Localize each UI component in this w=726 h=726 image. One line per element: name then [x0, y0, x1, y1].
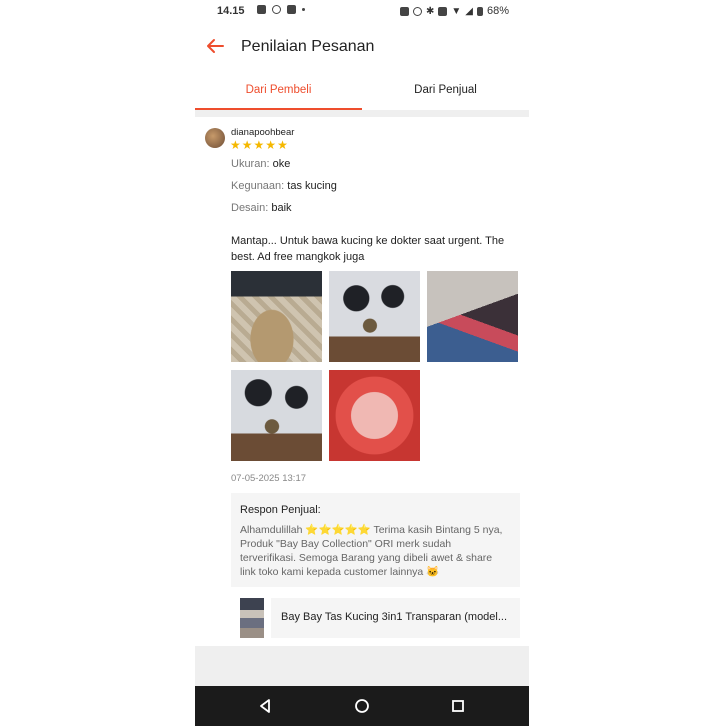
star-icon: ★	[265, 138, 277, 152]
review-tabs: Dari Pembeli Dari Penjual	[195, 76, 529, 110]
product-thumbnail[interactable]	[240, 598, 264, 638]
review-photo[interactable]	[231, 370, 322, 461]
star-icon: ★	[277, 138, 288, 152]
attribute-ukuran: Ukuran: oke	[231, 158, 290, 170]
seller-response-text: Alhamdulillah ⭐⭐⭐⭐⭐ Terima kasih Bintang…	[240, 524, 503, 578]
star-icon: ★	[253, 138, 265, 152]
nav-back-icon[interactable]	[255, 696, 275, 716]
battery-icon	[476, 6, 483, 16]
system-nav-bar	[195, 686, 529, 726]
review-photo[interactable]	[427, 271, 518, 362]
wifi-icon: ▼	[451, 5, 462, 17]
review-photo[interactable]	[329, 370, 420, 461]
alarm-icon	[412, 6, 422, 16]
avatar[interactable]	[205, 128, 225, 148]
rating-stars: ★ ★ ★ ★ ★	[230, 139, 288, 151]
review-timestamp: 07-05-2025 13:17	[231, 473, 307, 484]
notification-icon	[257, 5, 266, 14]
signal-icon: ◢	[465, 5, 473, 17]
system-icons: ✱ ▼ ◢ 68%	[399, 5, 509, 17]
star-icon: ★	[230, 138, 241, 152]
attribute-key: Desain:	[231, 202, 269, 214]
status-time: 14.15	[217, 5, 245, 17]
review-photo[interactable]	[231, 271, 322, 362]
seller-response-title: Respon Penjual:	[240, 504, 321, 516]
phone-screen: 14.15 ✱ ▼ ◢ 68% Penilaian Pesanan Dari P…	[195, 0, 529, 726]
attribute-value: tas kucing	[287, 180, 337, 192]
attribute-key: Ukuran:	[231, 158, 270, 170]
section-divider	[195, 110, 529, 117]
attribute-value: baik	[271, 202, 292, 214]
status-bar: 14.15 ✱ ▼ ◢ 68%	[195, 0, 529, 22]
product-name: Bay Bay Tas Kucing 3in1 Transparan (mode…	[281, 611, 508, 623]
attribute-value: oke	[272, 158, 291, 170]
app-notification-icon	[272, 5, 281, 14]
page-title: Penilaian Pesanan	[241, 38, 375, 55]
attribute-key: Kegunaan:	[231, 180, 285, 192]
gallery-notification-icon	[287, 5, 296, 14]
product-link[interactable]: Bay Bay Tas Kucing 3in1 Transparan (mode…	[271, 598, 520, 638]
bluetooth-icon: ✱	[425, 5, 435, 17]
back-arrow-icon[interactable]	[205, 36, 225, 56]
seller-response-box: Respon Penjual: Alhamdulillah ⭐⭐⭐⭐⭐ Teri…	[231, 493, 520, 587]
review-text: Mantap... Untuk bawa kucing ke dokter sa…	[231, 235, 505, 263]
notification-icons	[257, 5, 305, 14]
app-header: Penilaian Pesanan	[195, 26, 529, 70]
reviewer-username: dianapoohbear	[231, 127, 295, 138]
cast-icon	[399, 6, 409, 16]
vibrate-icon	[438, 6, 448, 16]
battery-percent: 68%	[486, 5, 509, 17]
more-notifications-icon	[302, 8, 305, 11]
star-icon: ★	[241, 138, 253, 152]
tab-dari-pembeli[interactable]: Dari Pembeli	[195, 76, 362, 110]
attribute-kegunaan: Kegunaan: tas kucing	[231, 180, 337, 192]
nav-home-icon[interactable]	[352, 696, 372, 716]
bottom-spacer	[195, 646, 529, 686]
nav-recents-icon[interactable]	[448, 696, 468, 716]
tab-dari-penjual[interactable]: Dari Penjual	[362, 76, 529, 108]
review-photo[interactable]	[329, 271, 420, 362]
attribute-desain: Desain: baik	[231, 202, 292, 214]
